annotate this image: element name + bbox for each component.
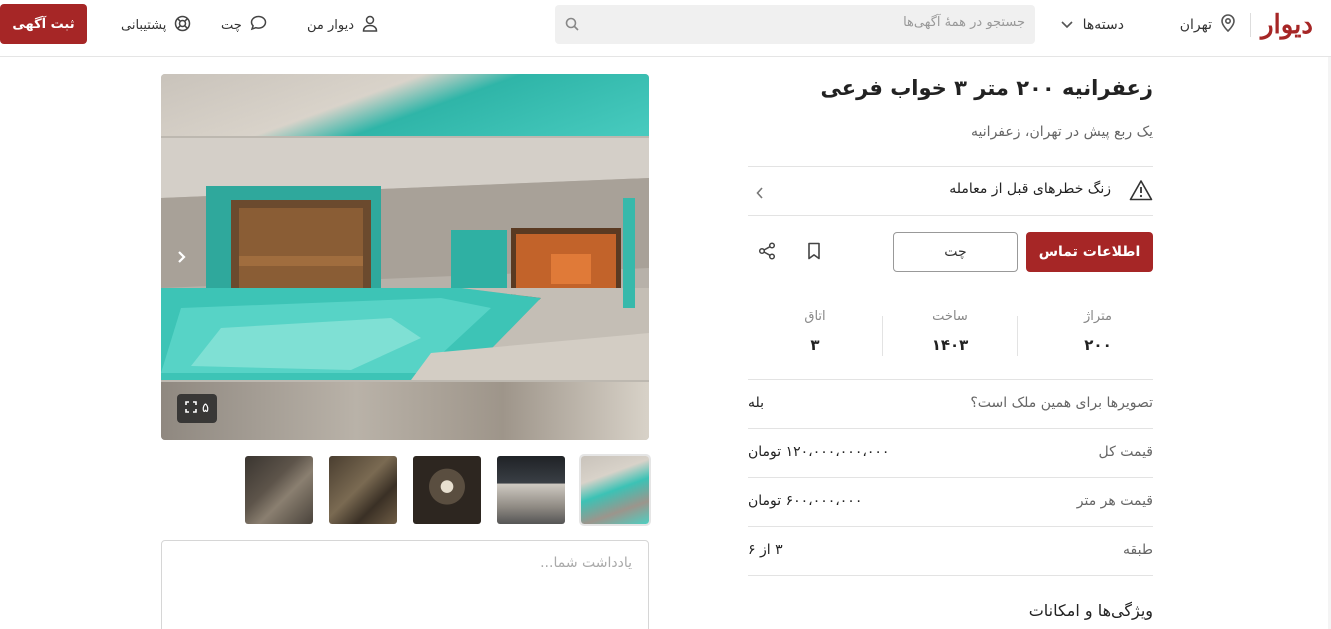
chevron-left-icon (756, 184, 764, 203)
detail-row-price-per-meter: قیمت هر متر ۶۰۰،۰۰۰،۰۰۰ تومان (748, 478, 1153, 526)
stat-value: ۱۴۰۳ (931, 336, 969, 354)
share-icon[interactable] (758, 242, 776, 264)
chat-label: چت (221, 17, 242, 33)
lifebuoy-icon (174, 15, 191, 36)
divider (748, 215, 1153, 216)
detail-label: قیمت هر متر (1076, 493, 1153, 509)
detail-value: ۱۲۰،۰۰۰،۰۰۰،۰۰۰ تومان (748, 444, 890, 460)
listing-subtitle: یک ربع پیش در تهران، زعفرانیه (971, 124, 1153, 140)
search-icon (565, 16, 579, 35)
bookmark-icon[interactable] (806, 242, 822, 264)
stat-year-built: ساخت ۱۴۰۳ (883, 309, 1017, 363)
stat-rooms: اتاق ۳ (748, 309, 882, 363)
chevron-right-icon (177, 249, 186, 268)
divider (748, 575, 1153, 576)
stat-label: اتاق (804, 309, 826, 324)
support-link[interactable]: پشتیبانی (121, 14, 191, 36)
safety-warning-row[interactable]: زنگ خطرهای قبل از معامله (748, 167, 1153, 215)
city-label: تهران (1179, 17, 1212, 33)
detail-value: ۳ از ۶ (748, 542, 783, 558)
chevron-down-icon (1061, 17, 1073, 33)
listing-title: زعفرانیه ۲۰۰ متر ۳ خواب فرعی (820, 76, 1153, 100)
detail-value: بله (748, 395, 765, 411)
stat-label: متراژ (1084, 309, 1112, 324)
gallery-image-bottom (161, 382, 649, 440)
note-placeholder: یادداشت شما... (540, 555, 632, 571)
expand-icon (185, 400, 197, 417)
detail-row-floor: طبقه ۳ از ۶ (748, 527, 1153, 575)
detail-label: قیمت کل (1098, 444, 1153, 460)
categories-label: دسته‌ها (1082, 17, 1124, 33)
thumbnail[interactable] (579, 454, 651, 526)
note-textarea[interactable]: یادداشت شما... (161, 540, 649, 629)
chat-link[interactable]: چت (221, 14, 267, 36)
stat-label: ساخت (932, 309, 968, 324)
thumbnail-strip (245, 454, 651, 526)
detail-row-photos-authentic: تصویرها برای همین ملک است؟ بله (748, 380, 1153, 428)
categories-menu[interactable]: دسته‌ها (1061, 14, 1124, 36)
contact-info-button[interactable]: اطلاعات تماس (1026, 232, 1153, 272)
stat-divider (882, 316, 883, 356)
my-divar-link[interactable]: دیوار من (307, 14, 378, 36)
thumbnail[interactable] (329, 456, 397, 524)
warning-triangle-icon (1129, 179, 1153, 205)
thumbnail[interactable] (497, 456, 565, 524)
user-icon (362, 15, 378, 36)
detail-label: طبقه (1123, 542, 1153, 558)
stat-value: ۲۰۰ (1084, 336, 1112, 354)
gallery-image-top (161, 74, 649, 136)
safety-warning-label: زنگ خطرهای قبل از معامله (949, 181, 1111, 197)
detail-value: ۶۰۰،۰۰۰،۰۰۰ تومان (748, 493, 863, 509)
thumbnail[interactable] (413, 456, 481, 524)
my-divar-label: دیوار من (307, 17, 355, 33)
top-header: دیوار تهران دسته‌ها جستجو در همهٔ آگهی‌ه… (0, 0, 1331, 57)
image-count: ۵ (202, 401, 209, 416)
stat-area: متراژ ۲۰۰ (1031, 309, 1165, 363)
divar-logo[interactable]: دیوار (1261, 10, 1313, 40)
search-placeholder: جستجو در همهٔ آگهی‌ها (903, 15, 1025, 30)
detail-label: تصویرها برای همین ملک است؟ (970, 395, 1153, 411)
location-pin-icon (1220, 14, 1236, 36)
thumbnail[interactable] (245, 456, 313, 524)
search-input[interactable]: جستجو در همهٔ آگهی‌ها (555, 5, 1035, 44)
chat-button[interactable]: چت (893, 232, 1018, 272)
support-label: پشتیبانی (121, 17, 167, 33)
image-gallery[interactable]: ۵ (161, 74, 649, 440)
detail-row-total-price: قیمت کل ۱۲۰،۰۰۰،۰۰۰،۰۰۰ تومان (748, 429, 1153, 477)
stat-divider (1017, 316, 1018, 356)
gallery-next-button[interactable] (171, 246, 191, 270)
chat-bubble-icon (250, 15, 267, 35)
features-heading: ویژگی‌ها و امکانات (1028, 601, 1153, 620)
stat-value: ۳ (810, 336, 820, 354)
image-count-badge[interactable]: ۵ (177, 394, 217, 423)
gallery-main-image[interactable] (161, 138, 649, 380)
post-ad-button[interactable]: ثبت آگهی (0, 4, 87, 44)
header-divider (1250, 13, 1251, 37)
city-selector[interactable]: تهران (1180, 14, 1236, 36)
